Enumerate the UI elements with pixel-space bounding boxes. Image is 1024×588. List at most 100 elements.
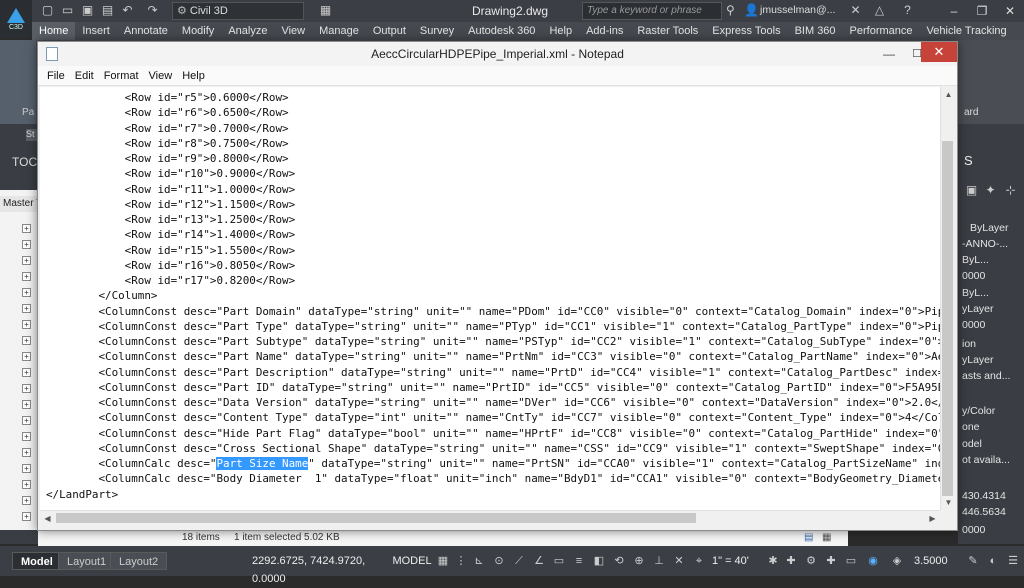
- property-value[interactable]: ion: [962, 338, 976, 350]
- master-view-selector[interactable]: Master V: [0, 196, 38, 212]
- menu-item[interactable]: Edit: [70, 66, 99, 85]
- isodraft-icon[interactable]: ⟋: [512, 553, 526, 569]
- property-value[interactable]: ByL...: [962, 254, 989, 266]
- lineweight-icon[interactable]: ≡: [572, 553, 586, 569]
- grid-icon[interactable]: ▦: [436, 553, 450, 569]
- restore-icon[interactable]: ❐: [968, 0, 996, 22]
- ribbon-tab[interactable]: View: [274, 22, 312, 40]
- isolate-objects-icon[interactable]: ✎: [966, 553, 980, 569]
- hardware-acceleration-icon[interactable]: ◉: [866, 553, 880, 569]
- ribbon-tab[interactable]: Help: [542, 22, 579, 40]
- ribbon-tab[interactable]: Express Tools: [705, 22, 787, 40]
- ribbon-tab[interactable]: Analyze: [221, 22, 274, 40]
- ribbon-tab[interactable]: Autodesk 360: [461, 22, 542, 40]
- ribbon-tab[interactable]: Insert: [75, 22, 117, 40]
- property-value[interactable]: yLayer: [962, 303, 994, 315]
- close-icon[interactable]: ✕: [921, 42, 957, 62]
- transparency-icon[interactable]: ◧: [592, 553, 606, 569]
- save-as-icon[interactable]: ▤: [100, 3, 115, 18]
- tree-expand-icon[interactable]: +: [22, 224, 31, 233]
- layout-tab[interactable]: Model: [12, 552, 62, 570]
- ribbon-tab[interactable]: BIM 360: [788, 22, 843, 40]
- selection-cycling-icon[interactable]: ⟲: [612, 553, 626, 569]
- vertical-scroll-thumb[interactable]: [942, 141, 953, 496]
- tree-expand-icon[interactable]: +: [22, 272, 31, 281]
- ribbon-tab[interactable]: Add-ins: [579, 22, 630, 40]
- connect-icon[interactable]: △: [872, 3, 887, 18]
- tree-expand-icon[interactable]: +: [22, 432, 31, 441]
- tree-expand-icon[interactable]: +: [22, 256, 31, 265]
- tree-expand-icon[interactable]: +: [22, 304, 31, 313]
- tree-expand-icon[interactable]: +: [22, 416, 31, 425]
- model-space-button[interactable]: MODEL: [392, 552, 432, 570]
- layer-icon[interactable]: ◈: [890, 553, 904, 569]
- horizontal-scroll-thumb[interactable]: [56, 513, 696, 523]
- tree-expand-icon[interactable]: +: [22, 480, 31, 489]
- binoculars-icon[interactable]: ⚲: [726, 3, 742, 19]
- text-editor[interactable]: <Row id="r5">0.6000</Row> <Row id="r6">0…: [40, 87, 940, 510]
- property-value[interactable]: 0000: [962, 319, 985, 331]
- annotation-monitor-icon[interactable]: ✚: [824, 553, 838, 569]
- ribbon-tab[interactable]: Manage: [312, 22, 366, 40]
- gizmo-icon[interactable]: ⌖: [692, 553, 706, 569]
- tree-expand-icon[interactable]: +: [22, 384, 31, 393]
- layout-tab[interactable]: Layout1: [58, 552, 116, 570]
- snap-icon[interactable]: ⋮: [454, 553, 468, 569]
- object-snap-tracking-icon[interactable]: ∠: [532, 553, 546, 569]
- units-icon[interactable]: ▭: [844, 553, 858, 569]
- annotation-scale[interactable]: 1" = 40': [712, 552, 762, 570]
- property-value[interactable]: -ANNO-...: [962, 238, 1008, 250]
- minimize-icon[interactable]: —: [875, 44, 903, 64]
- ribbon-tab[interactable]: Raster Tools: [630, 22, 705, 40]
- open-folder-icon[interactable]: ▭: [60, 3, 75, 18]
- tree-expand-icon[interactable]: +: [22, 336, 31, 345]
- search-input[interactable]: Type a keyword or phrase: [582, 2, 722, 20]
- details-view-icon[interactable]: ▤: [804, 530, 813, 546]
- polar-icon[interactable]: ⊙: [492, 553, 506, 569]
- tree-expand-icon[interactable]: +: [22, 496, 31, 505]
- annotation-visibility-icon[interactable]: ✱: [766, 553, 780, 569]
- ribbon-tab[interactable]: Output: [366, 22, 413, 40]
- workspace-switch-icon[interactable]: ⚙: [804, 553, 818, 569]
- tree-expand-icon[interactable]: +: [22, 288, 31, 297]
- ribbon-tab[interactable]: Annotate: [117, 22, 175, 40]
- tree-expand-icon[interactable]: +: [22, 400, 31, 409]
- selection-filter-icon[interactable]: ✕: [672, 553, 686, 569]
- layer-properties-icon[interactable]: ▦: [318, 3, 333, 18]
- property-value[interactable]: 0000: [962, 270, 985, 282]
- clean-screen-icon[interactable]: ◐: [986, 553, 1000, 569]
- property-value[interactable]: 0000: [962, 524, 985, 536]
- scroll-left-icon[interactable]: ◀: [40, 511, 55, 526]
- dynamic-ucs-icon[interactable]: ⊥: [652, 553, 666, 569]
- tree-expand-icon[interactable]: +: [22, 448, 31, 457]
- new-file-icon[interactable]: ▢: [40, 3, 55, 18]
- scroll-up-icon[interactable]: ▲: [941, 87, 956, 102]
- redo-icon[interactable]: ↷: [145, 3, 160, 18]
- minimize-icon[interactable]: –: [940, 0, 968, 22]
- tree-expand-icon[interactable]: +: [22, 512, 31, 521]
- scroll-down-icon[interactable]: ▼: [941, 495, 956, 510]
- tree-expand-icon[interactable]: +: [22, 464, 31, 473]
- tree-expand-icon[interactable]: +: [22, 320, 31, 329]
- tree-expand-icon[interactable]: +: [22, 352, 31, 361]
- property-value[interactable]: 430.4314: [962, 490, 1006, 502]
- 3d-osnap-icon[interactable]: ⊕: [632, 553, 646, 569]
- user-icon[interactable]: 👤: [744, 3, 759, 18]
- customize-icon[interactable]: ☰: [1006, 553, 1020, 569]
- save-icon[interactable]: ▣: [80, 3, 95, 18]
- ortho-icon[interactable]: ⊾: [472, 553, 486, 569]
- auto-scale-icon[interactable]: ✚: [784, 553, 798, 569]
- property-value[interactable]: yLayer: [962, 354, 994, 366]
- tree-expand-icon[interactable]: +: [22, 368, 31, 377]
- property-value[interactable]: 446.5634: [962, 506, 1006, 518]
- close-icon[interactable]: ✕: [996, 0, 1024, 22]
- large-icons-view-icon[interactable]: ▦: [822, 530, 831, 546]
- quick-select-icon[interactable]: ✦: [983, 183, 998, 198]
- property-value[interactable]: asts and...: [962, 370, 1010, 382]
- menu-item[interactable]: Help: [177, 66, 210, 85]
- ribbon-tab[interactable]: Modify: [175, 22, 221, 40]
- scroll-right-icon[interactable]: ▶: [925, 511, 940, 526]
- property-value[interactable]: y/Color: [962, 405, 995, 417]
- ribbon-tab[interactable]: Performance: [843, 22, 920, 40]
- undo-icon[interactable]: ↶: [120, 3, 135, 18]
